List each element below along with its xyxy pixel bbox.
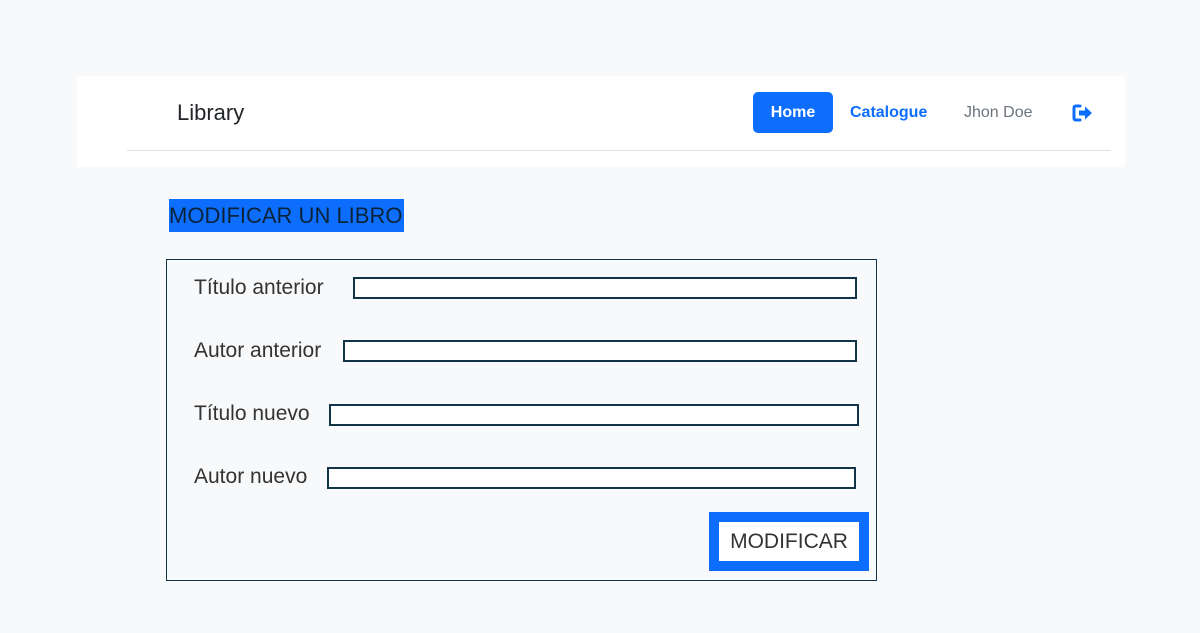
user-name: Jhon Doe	[964, 104, 1033, 121]
navbar: Library Home Catalogue Jhon Doe	[77, 76, 1125, 167]
nav-home-link[interactable]: Home	[753, 92, 833, 133]
new-author-input[interactable]	[327, 467, 856, 489]
sign-out-icon[interactable]	[1072, 103, 1094, 123]
navbar-divider	[127, 150, 1111, 151]
page-title: MODIFICAR UN LIBRO	[169, 199, 404, 232]
old-author-input[interactable]	[343, 340, 857, 362]
old-title-input[interactable]	[353, 277, 857, 299]
modify-button[interactable]: MODIFICAR	[709, 512, 869, 571]
new-author-label: Autor nuevo	[194, 465, 308, 488]
new-title-input[interactable]	[329, 404, 859, 426]
nav-catalogue-link[interactable]: Catalogue	[850, 103, 927, 123]
old-title-label: Título anterior	[194, 276, 324, 299]
new-title-label: Título nuevo	[194, 402, 310, 425]
old-author-label: Autor anterior	[194, 339, 322, 362]
brand-title[interactable]: Library	[177, 100, 244, 126]
sign-out-icon-graphic	[1072, 104, 1092, 122]
